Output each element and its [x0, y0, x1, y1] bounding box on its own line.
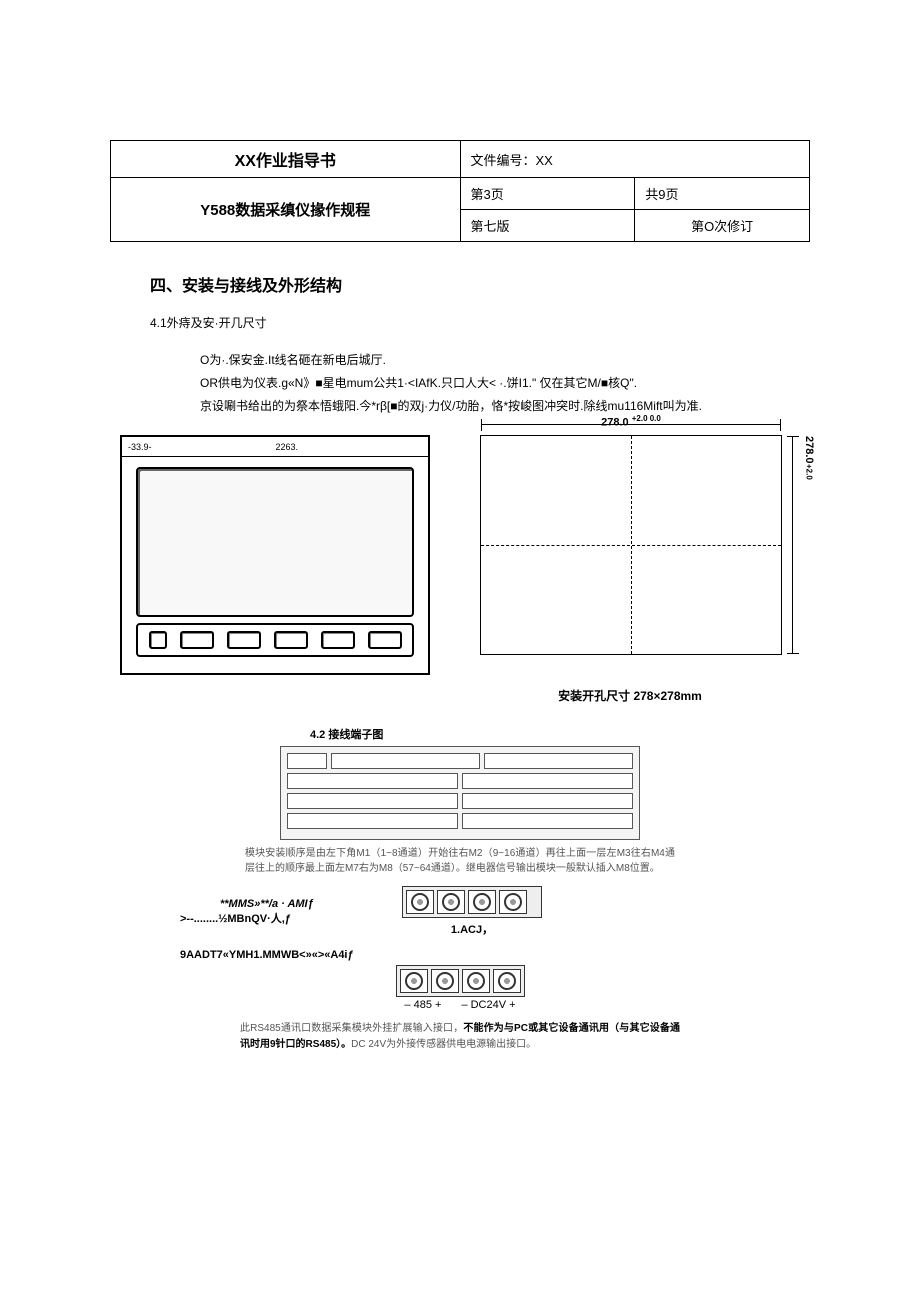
doc-number: 文件编号：XX	[460, 141, 810, 178]
terminal-connector-2	[110, 965, 810, 997]
doc-title: XX作业指导书	[111, 141, 461, 178]
device-button	[227, 631, 261, 649]
cutout-height-dim: 278.0	[803, 436, 815, 464]
conn-text-2: >--........½MBnQV·人,ƒ	[180, 910, 390, 926]
device-button-row	[136, 623, 414, 657]
device-button	[368, 631, 402, 649]
device-screen	[136, 467, 414, 617]
doc-header-table: XX作业指导书 文件编号：XX Y588数据采缜仪掾作规程 第3页 共9页 第七…	[110, 140, 810, 242]
cutout-width-tol: +2.0 0.0	[632, 414, 661, 423]
cutout-caption: 安装开孔尺寸 278×278mm	[470, 687, 790, 704]
doc-subtitle: Y588数据采缜仪掾作规程	[111, 178, 461, 242]
terminal-note: 模块安装顺序是由左下角M1（1~8通道）开始往右M2（9~16通道）再往上面一层…	[245, 846, 675, 876]
body-line-2: OR供电为仪表.g«N》■星电mum公共1·<IAfK.只口人大< ·.饼I1.…	[200, 372, 810, 395]
device-button	[321, 631, 355, 649]
page-current: 第3页	[460, 178, 635, 210]
device-button	[180, 631, 214, 649]
final-note: 此RS485通讯口数据采集模块外挂扩展输入接口，不能作为与PC或其它设备通讯用（…	[240, 1021, 680, 1053]
device-button	[274, 631, 308, 649]
section-subtitle: 4.1外痔及安·开几尺寸	[150, 314, 810, 331]
cutout-figure: 278.0 +2.0 0.0 278.0 +2.0 安装开孔尺寸 278×278…	[470, 435, 790, 704]
dc24v-label: – DC24V +	[461, 999, 515, 1011]
body-text: O为·.保安金.It线名砸在新电后城厅. OR供电为仪表.g«N》■星电mum公…	[200, 349, 810, 417]
device-top-left: -33.9-	[128, 442, 152, 452]
terminal-title: 4.2 接线端子图	[310, 726, 810, 742]
conn-text-1: **MMS»**/a · AMIƒ	[220, 898, 390, 910]
edition: 第七版	[460, 210, 635, 242]
section-title: 四、安装与接线及外形结构	[150, 272, 810, 296]
device-top-mid: 2263.	[275, 442, 298, 452]
revision: 第O次修订	[635, 210, 810, 242]
rs485-label: – 485 +	[404, 999, 441, 1011]
acj-label: 1.ACJ，	[402, 921, 542, 937]
terminal-diagram	[280, 746, 640, 840]
terminal-connector-1: 1.ACJ，	[402, 886, 542, 937]
cutout-height-tol: +2.0	[805, 464, 814, 480]
body-line-1: O为·.保安金.It线名砸在新电后城厅.	[200, 349, 810, 372]
cutout-width-dim: 278.0	[601, 417, 629, 429]
device-figure: -33.9- 2263.	[120, 435, 430, 675]
device-button	[149, 631, 167, 649]
conn-title-2: 9AADT7«YMH1.MMWB<»«>«A4iƒ	[180, 949, 810, 961]
page-total: 共9页	[635, 178, 810, 210]
